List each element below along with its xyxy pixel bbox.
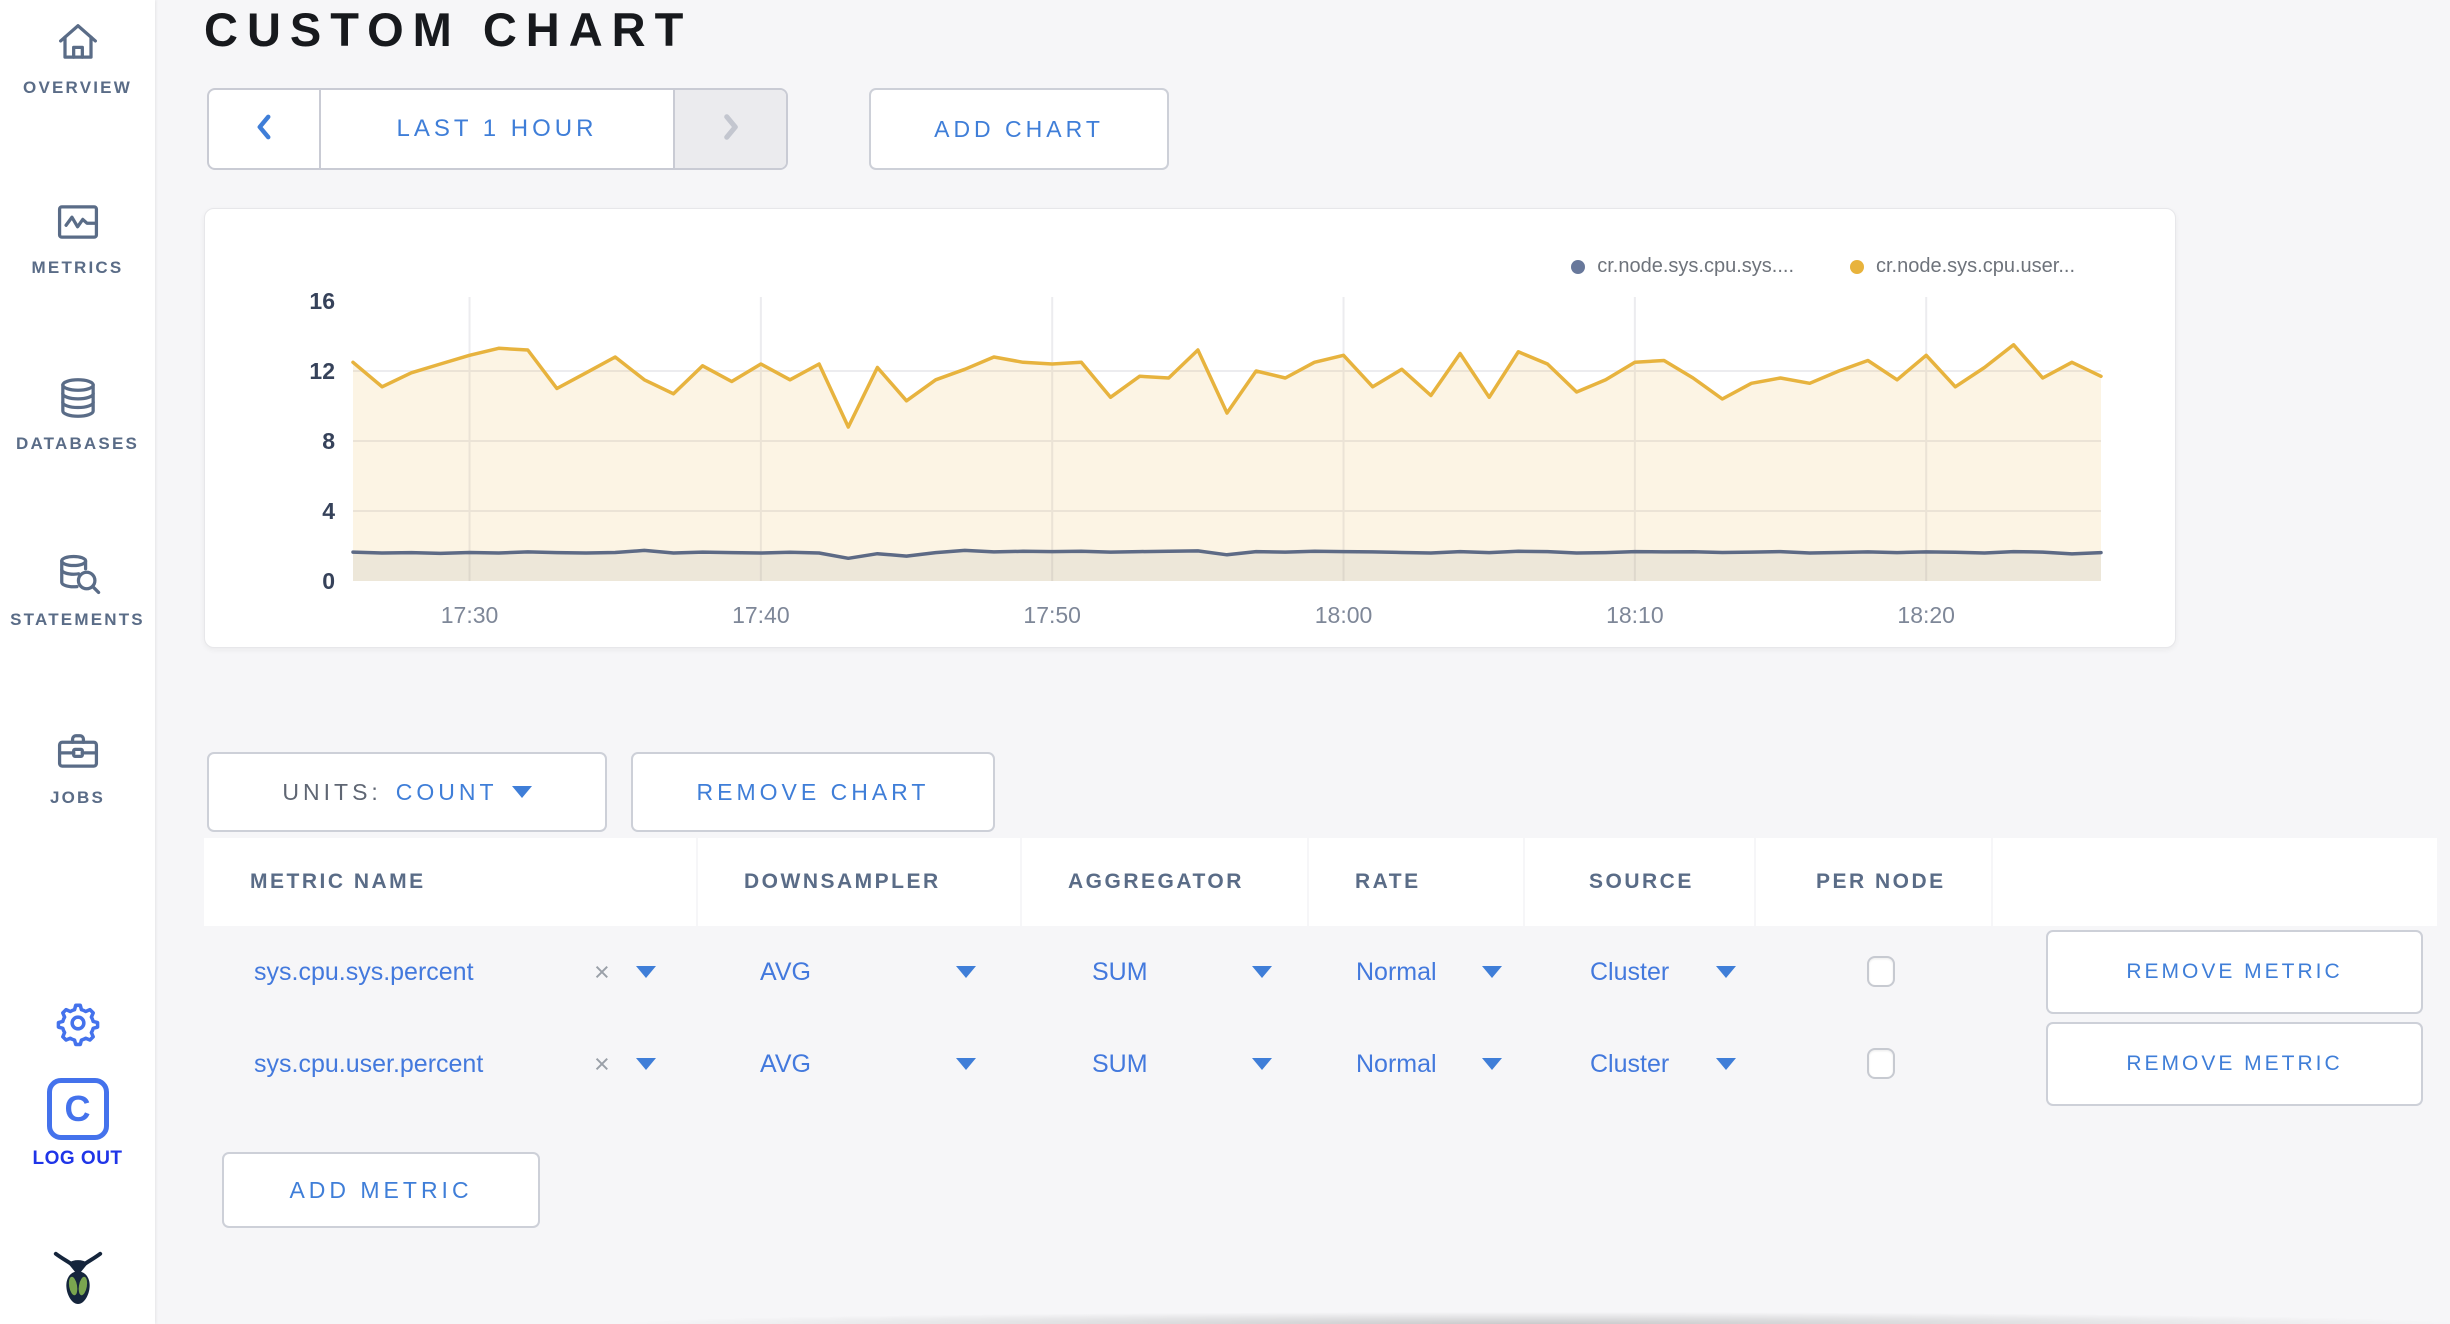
sidebar-item-label: METRICS: [31, 258, 124, 277]
logout-label: LOG OUT: [32, 1148, 123, 1169]
column-header-metric-name: METRIC NAME: [204, 838, 696, 926]
svg-text:12: 12: [309, 358, 335, 384]
metric-name-dropdown-caret[interactable]: [636, 966, 656, 978]
column-header-downsampler: DOWNSAMPLER: [698, 838, 1020, 926]
svg-text:17:50: 17:50: [1023, 602, 1081, 628]
bottom-edge-shadow: [630, 1312, 2450, 1324]
remove-chart-button[interactable]: REMOVE CHART: [631, 752, 995, 832]
database-icon: [52, 372, 104, 424]
svg-text:18:00: 18:00: [1315, 602, 1373, 628]
source-value[interactable]: Cluster: [1590, 926, 1669, 1018]
sidebar: OVERVIEW METRICS DATABASES STATEMENTS JO…: [0, 0, 155, 1324]
logout-button[interactable]: C LOG OUT: [0, 1078, 155, 1170]
svg-text:8: 8: [322, 428, 335, 454]
time-range-next-button[interactable]: [673, 90, 786, 168]
aggregator-dropdown-caret[interactable]: [1252, 1058, 1272, 1070]
time-range-display[interactable]: LAST 1 HOUR: [321, 90, 673, 168]
units-dropdown[interactable]: UNITS: COUNT: [207, 752, 607, 832]
svg-text:18:20: 18:20: [1897, 602, 1955, 628]
cockroach-bug-icon: [50, 1234, 106, 1318]
chevron-down-icon: [511, 786, 532, 798]
source-dropdown-caret[interactable]: [1716, 1058, 1736, 1070]
source-dropdown-caret[interactable]: [1716, 966, 1736, 978]
svg-text:16: 16: [309, 288, 335, 314]
clear-metric-icon[interactable]: ×: [594, 1018, 610, 1110]
cockroachdb-logo[interactable]: [0, 1234, 155, 1318]
downsampler-dropdown-caret[interactable]: [956, 1058, 976, 1070]
statements-icon: [52, 548, 104, 600]
sidebar-item-metrics[interactable]: METRICS: [0, 196, 155, 278]
svg-text:17:30: 17:30: [441, 602, 499, 628]
svg-text:4: 4: [322, 498, 335, 524]
metric-row: sys.cpu.sys.percent × AVG SUM Normal Clu…: [204, 926, 2437, 1018]
metrics-icon: [52, 196, 104, 248]
app-root: OVERVIEW METRICS DATABASES STATEMENTS JO…: [0, 0, 2450, 1324]
sidebar-item-label: JOBS: [49, 788, 106, 807]
add-metric-button[interactable]: ADD METRIC: [222, 1152, 540, 1228]
svg-text:17:40: 17:40: [732, 602, 790, 628]
rate-value[interactable]: Normal: [1356, 926, 1437, 1018]
sidebar-item-label: DATABASES: [15, 434, 140, 453]
chart-card: cr.node.sys.cpu.sys.... cr.node.sys.cpu.…: [204, 208, 2176, 648]
time-range-prev-button[interactable]: [209, 90, 321, 168]
gear-icon: [53, 998, 103, 1048]
jobs-icon: [52, 726, 104, 778]
column-header-aggregator: AGGREGATOR: [1022, 838, 1307, 926]
units-label: UNITS:: [282, 778, 382, 805]
timeseries-chart: 17:30 17:40 17:50 18:00 18:10 18:20 0 4 8 12 16: [309, 288, 2103, 628]
column-header-actions: [1993, 838, 2437, 926]
chevron-left-icon: [251, 110, 277, 149]
sidebar-item-label: STATEMENTS: [10, 610, 145, 629]
sidebar-item-jobs[interactable]: JOBS: [0, 726, 155, 808]
sidebar-item-statements[interactable]: STATEMENTS: [0, 548, 155, 630]
home-icon: [52, 16, 104, 68]
metric-row: sys.cpu.user.percent × AVG SUM Normal Cl…: [204, 1018, 2437, 1110]
clear-metric-icon[interactable]: ×: [594, 926, 610, 1018]
aggregator-value[interactable]: SUM: [1092, 926, 1148, 1018]
settings-button[interactable]: [0, 998, 155, 1048]
metric-name-dropdown-caret[interactable]: [636, 1058, 656, 1070]
sidebar-item-databases[interactable]: DATABASES: [0, 372, 155, 454]
add-chart-button[interactable]: ADD CHART: [869, 88, 1169, 170]
column-header-rate: RATE: [1309, 838, 1523, 926]
metric-name-value[interactable]: sys.cpu.user.percent: [254, 1018, 483, 1110]
remove-metric-button[interactable]: REMOVE METRIC: [2046, 1022, 2423, 1106]
downsampler-dropdown-caret[interactable]: [956, 966, 976, 978]
column-header-source: SOURCE: [1525, 838, 1754, 926]
svg-text:0: 0: [322, 568, 335, 594]
rate-value[interactable]: Normal: [1356, 1018, 1437, 1110]
svg-text:18:10: 18:10: [1606, 602, 1664, 628]
downsampler-value[interactable]: AVG: [760, 926, 811, 1018]
rate-dropdown-caret[interactable]: [1482, 966, 1502, 978]
downsampler-value[interactable]: AVG: [760, 1018, 811, 1110]
cockroach-c-icon: C: [46, 1078, 109, 1140]
per-node-checkbox[interactable]: [1867, 1048, 1895, 1079]
chevron-right-icon: [718, 110, 744, 149]
sidebar-item-overview[interactable]: OVERVIEW: [0, 16, 155, 98]
sidebar-item-label: OVERVIEW: [23, 78, 132, 97]
source-value[interactable]: Cluster: [1590, 1018, 1669, 1110]
remove-metric-button[interactable]: REMOVE METRIC: [2046, 930, 2423, 1014]
metric-name-value[interactable]: sys.cpu.sys.percent: [254, 926, 474, 1018]
aggregator-value[interactable]: SUM: [1092, 1018, 1148, 1110]
per-node-checkbox[interactable]: [1867, 956, 1895, 987]
time-range-selector: LAST 1 HOUR: [207, 88, 788, 170]
aggregator-dropdown-caret[interactable]: [1252, 966, 1272, 978]
page-title: CUSTOM CHART: [204, 3, 693, 56]
rate-dropdown-caret[interactable]: [1482, 1058, 1502, 1070]
column-header-per-node: PER NODE: [1756, 838, 1991, 926]
units-value: COUNT: [395, 778, 498, 805]
